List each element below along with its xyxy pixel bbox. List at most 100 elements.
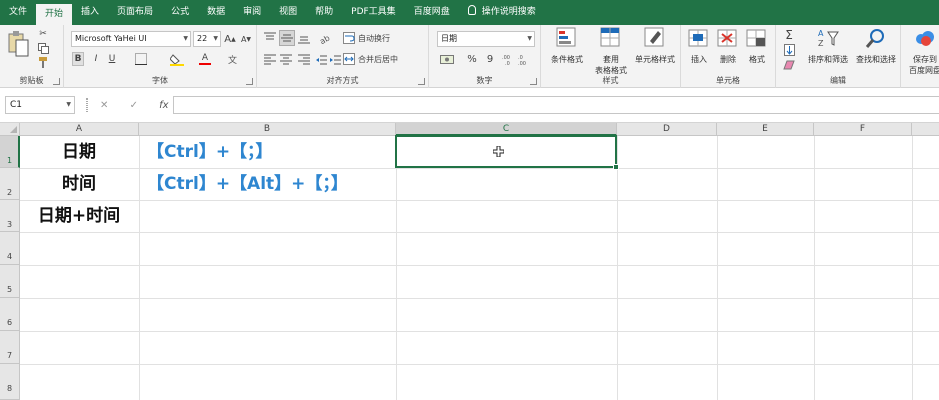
borders-button[interactable] [132,52,150,66]
find-select-button[interactable]: 查找和选择 [852,27,900,65]
shrink-font-button[interactable]: A ▼ [240,31,252,47]
tab-formulas[interactable]: 公式 [162,0,198,25]
name-box[interactable]: C1 ▼ [5,96,75,114]
percent-style-button[interactable]: % [465,52,479,66]
gridline [20,200,939,201]
chevron-down-icon: ▼ [183,35,188,42]
editing-group-label: 编辑 [830,76,846,85]
cell-b1[interactable]: 【Ctrl】+【；】 [147,136,273,168]
clear-button[interactable] [782,58,796,72]
row-header-7[interactable]: 7 [0,331,20,364]
fill-color-button[interactable] [168,52,186,66]
tab-page-layout[interactable]: 页面布局 [108,0,162,25]
format-painter-button[interactable] [36,56,50,68]
cell-styles-button[interactable]: 单元格样式 [629,27,681,65]
autosum-button[interactable]: Σ [782,28,796,42]
row-header-6[interactable]: 6 [0,298,20,331]
paste-button[interactable] [6,29,30,59]
decrease-indent-button[interactable] [315,52,327,66]
column-header-b[interactable]: B [139,123,396,136]
tab-view[interactable]: 视图 [270,0,306,25]
save-to-baidu-button[interactable]: 保存到 百度网盘 [903,27,939,76]
delete-cells-button[interactable]: 删除 [714,27,742,65]
row-header-4[interactable]: 4 [0,232,20,265]
increase-indent-button[interactable] [329,52,341,66]
tab-data[interactable]: 数据 [198,0,234,25]
currency-icon [440,55,454,64]
align-left-button[interactable] [263,52,277,66]
comma-style-button[interactable]: 9 [483,52,497,66]
align-right-button[interactable] [297,52,311,66]
number-launcher-icon[interactable] [530,78,537,85]
merge-center-button[interactable]: 合并后居中 [343,52,425,66]
cell-a2[interactable]: 时间 [20,168,138,200]
conditional-formatting-label: 条件格式 [551,55,583,64]
insert-cells-button[interactable]: 插入 [685,27,713,65]
tab-insert[interactable]: 插入 [72,0,108,25]
align-center-button[interactable] [279,52,293,66]
formula-input[interactable] [173,96,939,114]
column-header-overflow[interactable] [912,123,939,136]
font-launcher-icon[interactable] [246,78,253,85]
tell-me-search[interactable]: 操作说明搜索 [459,0,545,25]
select-all-button[interactable] [0,123,20,136]
tab-review[interactable]: 审阅 [234,0,270,25]
align-bottom-button[interactable] [297,31,311,45]
increase-decimal-button[interactable]: .00.0 [501,52,515,66]
row-header-3[interactable]: 3 [0,200,20,232]
cell-a1[interactable]: 日期 [20,136,138,168]
cell-b2[interactable]: 【Ctrl】+【Alt】+【；】 [147,168,348,200]
font-size-select[interactable]: 22 ▼ [193,31,221,47]
row-header-2[interactable]: 2 [0,168,20,200]
clipboard-launcher-icon[interactable] [53,78,60,85]
orientation-button[interactable]: ab [317,31,337,45]
cancel-icon[interactable]: ✕ [100,100,108,111]
italic-button[interactable]: I [90,52,102,66]
align-middle-icon [281,34,293,42]
decrease-decimal-button[interactable]: .0.00 [517,52,531,66]
format-as-table-button[interactable]: 套用 表格格式 [591,27,631,76]
fill-button[interactable] [782,43,796,57]
alignment-launcher-icon[interactable] [418,78,425,85]
number-format-value: 日期 [441,34,457,43]
number-format-select[interactable]: 日期 ▼ [437,31,535,47]
align-middle-button[interactable] [279,30,295,46]
decrease-decimal-icon: .0.00 [518,55,526,65]
tab-baidu-netdisk[interactable]: 百度网盘 [405,0,459,25]
insert-function-icon[interactable]: fx [159,100,168,111]
font-color-button[interactable]: A [196,52,214,66]
cut-button[interactable]: ✂ [36,28,50,40]
underline-button[interactable]: U [106,52,118,66]
sort-filter-button[interactable]: AZ 排序和筛选 [804,27,852,65]
column-header-a[interactable]: A [20,123,139,136]
column-header-d[interactable]: D [617,123,717,136]
conditional-formatting-button[interactable]: 条件格式 [545,27,589,65]
tab-pdf-tools[interactable]: PDF工具集 [342,0,405,25]
fill-handle[interactable] [613,164,619,170]
column-header-e[interactable]: E [717,123,814,136]
grow-font-button[interactable]: A ▲ [224,31,236,47]
tab-home[interactable]: 开始 [36,4,73,25]
font-name-select[interactable]: Microsoft YaHei UI ▼ [71,31,191,47]
bold-button[interactable]: B [72,52,84,66]
tab-help[interactable]: 帮助 [306,0,342,25]
wrap-text-button[interactable]: 自动换行 [343,31,423,45]
selected-cell-c1[interactable] [395,135,619,170]
formula-bar-grip[interactable] [86,98,88,112]
accounting-format-button[interactable] [437,52,457,66]
format-cells-button[interactable]: 格式 [743,27,771,65]
align-top-button[interactable] [263,31,277,45]
svg-text:文: 文 [228,54,237,65]
row-header-1[interactable]: 1 [0,136,20,168]
copy-button[interactable] [36,42,50,54]
svg-text:A: A [818,29,824,38]
cell-a3[interactable]: 日期+时间 [20,200,138,232]
worksheet-grid[interactable]: A B C D E F 1 2 3 4 5 6 7 8 日期 时间 日期+时间 … [0,123,939,400]
phonetic-button[interactable]: 文 [226,52,242,66]
enter-icon[interactable]: ✓ [130,100,138,111]
column-header-f[interactable]: F [814,123,912,136]
row-header-5[interactable]: 5 [0,265,20,298]
tell-me-label: 操作说明搜索 [481,7,536,17]
row-header-8[interactable]: 8 [0,364,20,400]
tab-file[interactable]: 文件 [0,0,36,25]
